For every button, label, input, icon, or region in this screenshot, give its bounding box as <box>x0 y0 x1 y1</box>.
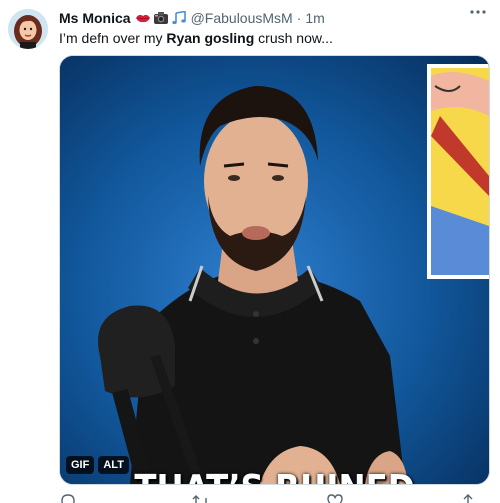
author-handle[interactable]: @FabulousMsM <box>191 10 293 26</box>
alt-badge[interactable]: ALT <box>98 456 129 474</box>
lips-icon <box>135 14 150 23</box>
reply-icon <box>61 494 75 503</box>
share-icon <box>463 494 473 503</box>
tweet: Ms Monica @FabulousMsM · 1m I’m defn ove… <box>0 0 500 503</box>
media-badges: GIF ALT <box>66 456 129 474</box>
gif-media[interactable]: THAT’S RUINED <box>59 55 490 485</box>
gif-caption: THAT’S RUINED <box>81 468 467 484</box>
like-button[interactable] <box>326 493 426 503</box>
separator-dot: · <box>296 10 302 26</box>
tweet-header: Ms Monica @FabulousMsM · 1m <box>59 8 499 28</box>
tweet-text-before: I’m defn over my <box>59 30 167 46</box>
like-icon <box>326 494 343 503</box>
avatar-image <box>8 9 48 49</box>
tweet-text: I’m defn over my Ryan gosling crush now.… <box>59 30 333 46</box>
tweet-timestamp[interactable]: 1m <box>305 10 324 26</box>
gif-frame <box>60 56 489 484</box>
retweet-button[interactable] <box>192 493 292 503</box>
camera-icon <box>153 12 168 24</box>
more-icon-svg <box>470 10 486 14</box>
author-emojis <box>135 11 187 25</box>
tweet-actions <box>59 493 479 503</box>
music-notes-icon <box>171 11 186 25</box>
more-dots-icon[interactable] <box>468 2 488 22</box>
share-button[interactable] <box>459 493 479 503</box>
author-name[interactable]: Ms Monica <box>59 10 131 26</box>
retweet-icon <box>192 495 208 503</box>
reply-button[interactable] <box>59 493 159 503</box>
avatar[interactable] <box>8 9 48 49</box>
gif-badge: GIF <box>66 456 95 474</box>
tweet-text-after: crush now... <box>254 30 333 46</box>
tweet-text-bold: Ryan gosling <box>166 30 255 46</box>
